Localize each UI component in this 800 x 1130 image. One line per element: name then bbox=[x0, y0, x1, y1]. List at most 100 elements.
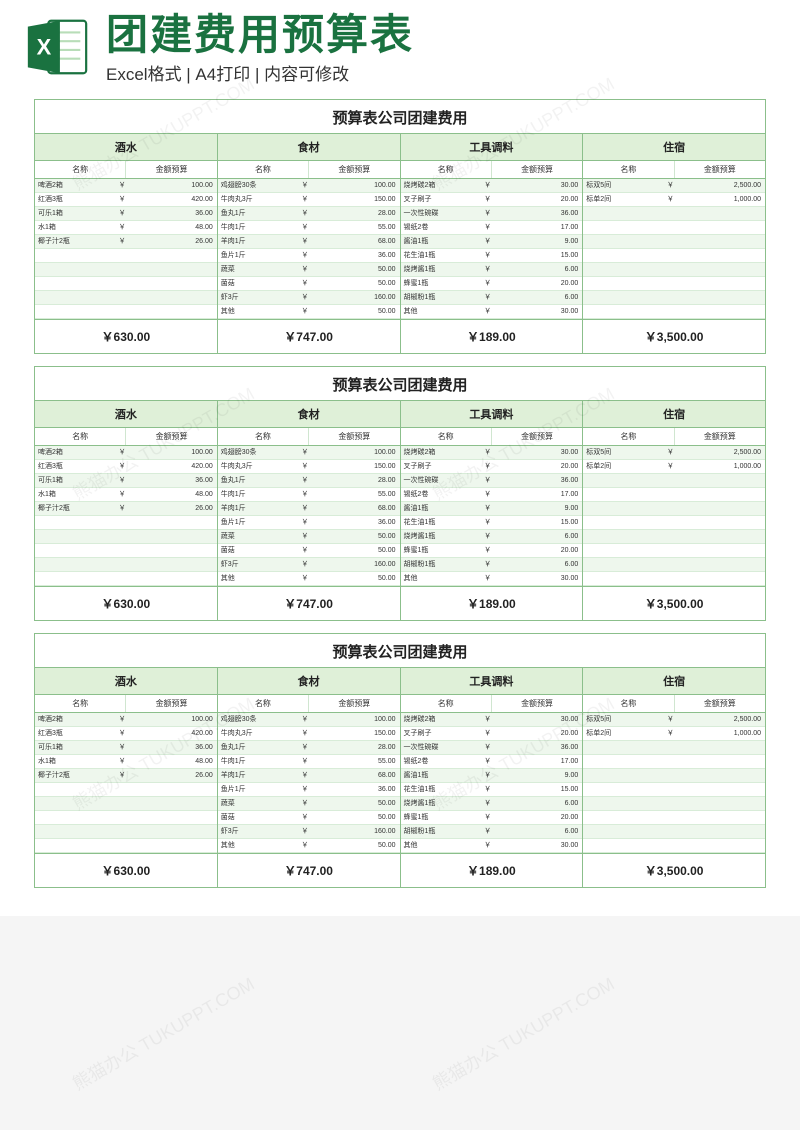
item-value: 2,500.00 bbox=[676, 713, 765, 726]
item-name: 其他 bbox=[218, 572, 301, 585]
item-name: 菌菇 bbox=[218, 277, 301, 290]
col-name-label: 名称 bbox=[401, 161, 492, 178]
item-name: 花生油1瓶 bbox=[401, 249, 484, 262]
currency-symbol bbox=[666, 221, 676, 234]
currency-symbol: ￥ bbox=[483, 446, 493, 459]
item-name bbox=[583, 783, 666, 796]
currency-symbol: ￥ bbox=[300, 741, 310, 754]
item-name: 菌菇 bbox=[218, 811, 301, 824]
item-name bbox=[583, 235, 666, 248]
item-value: 100.00 bbox=[128, 713, 217, 726]
col-name-label: 名称 bbox=[218, 428, 309, 445]
column-sub-header: 名称金额预算 bbox=[35, 161, 217, 179]
currency-symbol: ￥ bbox=[666, 446, 676, 459]
table-row: 酱油1瓶￥9.00 bbox=[401, 235, 583, 249]
table-row: 胡椒粉1瓶￥6.00 bbox=[401, 558, 583, 572]
table-row: 菌菇￥50.00 bbox=[218, 277, 400, 291]
category-total: ￥3,500.00 bbox=[583, 853, 765, 887]
item-value: 420.00 bbox=[128, 727, 217, 740]
item-value: 15.00 bbox=[493, 249, 582, 262]
item-value bbox=[676, 502, 765, 515]
item-name: 其他 bbox=[401, 305, 484, 318]
currency-symbol bbox=[666, 530, 676, 543]
item-name bbox=[583, 797, 666, 810]
table-row bbox=[35, 263, 217, 277]
currency-symbol bbox=[666, 263, 676, 276]
table-row bbox=[583, 249, 765, 263]
item-value: 9.00 bbox=[493, 502, 582, 515]
item-name: 鱼丸1斤 bbox=[218, 474, 301, 487]
item-value bbox=[676, 207, 765, 220]
item-value: 30.00 bbox=[493, 713, 582, 726]
currency-symbol: ￥ bbox=[483, 488, 493, 501]
item-name: 蔬菜 bbox=[218, 797, 301, 810]
table-row: 其他￥30.00 bbox=[401, 572, 583, 586]
column-sub-header: 名称金额预算 bbox=[218, 161, 400, 179]
col-name-label: 名称 bbox=[35, 161, 126, 178]
item-name bbox=[583, 839, 666, 852]
item-name: 鸡翅膀30条 bbox=[218, 713, 301, 726]
col-name-label: 名称 bbox=[583, 695, 674, 712]
currency-symbol: ￥ bbox=[118, 713, 128, 726]
table-row bbox=[35, 249, 217, 263]
currency-symbol: ￥ bbox=[300, 291, 310, 304]
currency-symbol bbox=[666, 305, 676, 318]
currency-symbol: ￥ bbox=[483, 769, 493, 782]
currency-symbol bbox=[118, 544, 128, 557]
currency-symbol: ￥ bbox=[300, 221, 310, 234]
item-name bbox=[35, 305, 118, 318]
item-name: 蔬菜 bbox=[218, 530, 301, 543]
item-name: 锡纸2卷 bbox=[401, 755, 484, 768]
item-name: 红酒3瓶 bbox=[35, 460, 118, 473]
currency-symbol: ￥ bbox=[483, 558, 493, 571]
item-name bbox=[583, 249, 666, 262]
item-name: 水1箱 bbox=[35, 488, 118, 501]
category-total: ￥630.00 bbox=[35, 586, 217, 620]
item-value: 36.00 bbox=[128, 207, 217, 220]
item-name: 叉子刷子 bbox=[401, 727, 484, 740]
table-row: 羊肉1斤￥68.00 bbox=[218, 769, 400, 783]
column-sub-header: 名称金额预算 bbox=[583, 695, 765, 713]
item-value bbox=[676, 249, 765, 262]
table-row bbox=[583, 839, 765, 853]
category-total: ￥747.00 bbox=[218, 319, 400, 353]
table-row bbox=[583, 516, 765, 530]
table-row bbox=[35, 544, 217, 558]
item-value bbox=[128, 783, 217, 796]
col-name-label: 名称 bbox=[401, 695, 492, 712]
table-row: 椰子汁2瓶￥26.00 bbox=[35, 235, 217, 249]
currency-symbol: ￥ bbox=[300, 502, 310, 515]
table-row: 其他￥50.00 bbox=[218, 305, 400, 319]
item-name bbox=[35, 783, 118, 796]
item-value: 2,500.00 bbox=[676, 179, 765, 192]
currency-symbol: ￥ bbox=[300, 572, 310, 585]
col-name-label: 名称 bbox=[401, 428, 492, 445]
currency-symbol: ￥ bbox=[118, 179, 128, 192]
item-value: 28.00 bbox=[310, 741, 399, 754]
category-column: 食材名称金额预算鸡翅膀30条￥100.00牛肉丸3斤￥150.00鱼丸1斤￥28… bbox=[217, 667, 400, 887]
column-sub-header: 名称金额预算 bbox=[35, 428, 217, 446]
item-name: 牛肉1斤 bbox=[218, 221, 301, 234]
table-row: 蜂蜜1瓶￥20.00 bbox=[401, 811, 583, 825]
item-value: 50.00 bbox=[310, 797, 399, 810]
item-name: 其他 bbox=[218, 305, 301, 318]
table-row: 鱼片1斤￥36.00 bbox=[218, 249, 400, 263]
col-name-label: 名称 bbox=[35, 695, 126, 712]
currency-symbol: ￥ bbox=[118, 207, 128, 220]
item-value bbox=[128, 558, 217, 571]
table-row: 椰子汁2瓶￥26.00 bbox=[35, 502, 217, 516]
item-name: 鱼片1斤 bbox=[218, 249, 301, 262]
col-name-label: 名称 bbox=[583, 428, 674, 445]
item-value: 150.00 bbox=[310, 727, 399, 740]
table-row: 花生油1瓶￥15.00 bbox=[401, 516, 583, 530]
item-name bbox=[35, 797, 118, 810]
category-total: ￥189.00 bbox=[401, 586, 583, 620]
col-name-label: 名称 bbox=[218, 161, 309, 178]
item-value: 28.00 bbox=[310, 207, 399, 220]
item-name: 酱油1瓶 bbox=[401, 235, 484, 248]
table-row: 牛肉1斤￥55.00 bbox=[218, 488, 400, 502]
currency-symbol: ￥ bbox=[483, 221, 493, 234]
table-row: 蔬菜￥50.00 bbox=[218, 797, 400, 811]
item-name bbox=[35, 825, 118, 838]
table-row: 菌菇￥50.00 bbox=[218, 811, 400, 825]
